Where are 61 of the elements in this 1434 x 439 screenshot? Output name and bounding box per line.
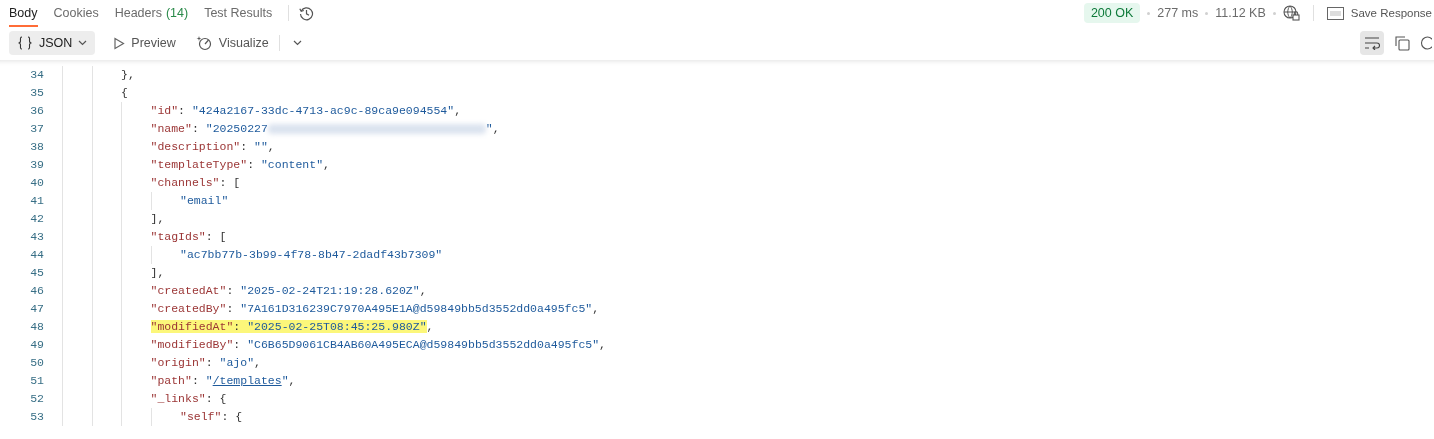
code-line: }, (121, 67, 135, 83)
line-number: 45 (29, 265, 44, 281)
code-line: "createdBy": "7A161D316239C7970A495E1A@d59849bb5d3552dd0a495fc5", (150, 301, 600, 317)
line-number: 34 (29, 67, 44, 83)
code-line: "origin": "ajo", (150, 355, 261, 371)
code-line: "email" (180, 193, 229, 209)
code-line: "description": "", (150, 139, 275, 155)
line-number: 38 (29, 139, 44, 155)
response-tab[interactable]: Body (9, 5, 38, 27)
code-line: "tagIds": [ (150, 229, 227, 245)
history-icon[interactable] (299, 5, 315, 21)
code-line: "createdAt": "2025-02-24T21:19:28.620Z", (150, 283, 427, 299)
code-line: "templateType": "content", (150, 157, 330, 173)
line-number: 41 (29, 193, 44, 209)
line-number: 47 (29, 301, 44, 317)
response-tab[interactable]: Cookies (53, 5, 99, 27)
braces-icon (17, 36, 33, 50)
globe-lock-icon[interactable] (1282, 5, 1300, 21)
wrap-button[interactable] (1360, 31, 1384, 55)
response-tab[interactable]: Headers (14) (114, 5, 189, 27)
code-line: "id": "424a2167-33dc-4713-ac9c-89ca9e094554", (150, 103, 462, 119)
line-number: 46 (29, 283, 44, 299)
response-size: 11.12 KB (1215, 6, 1266, 20)
play-icon (113, 36, 126, 50)
chevron-down-icon (78, 40, 88, 46)
response-tab[interactable]: Test Results (204, 5, 273, 27)
copy-icon (1394, 35, 1410, 51)
status-badge: 200 OK (1083, 3, 1141, 23)
code-line: "self": { (180, 409, 243, 425)
save-response-button[interactable]: Save Response (1326, 6, 1432, 20)
code-line: "modifiedBy": "C6B65D9061CB4AB60A495ECA@d59849bb5d3552dd0a495fc5", (150, 337, 606, 353)
line-number: 53 (29, 409, 44, 425)
response-time: 277 ms (1157, 6, 1199, 20)
chevron-down-icon (293, 40, 303, 46)
line-number: 39 (29, 157, 44, 173)
code-line: "_links": { (150, 391, 227, 407)
wrap-lines-icon (1364, 36, 1380, 50)
line-number: 50 (29, 355, 44, 371)
code-line: { (121, 85, 128, 101)
code-line: "channels": [ (150, 175, 241, 191)
line-number: 40 (29, 175, 44, 191)
line-number: 44 (29, 247, 44, 263)
line-number: 52 (29, 391, 44, 407)
code-line: ], (150, 265, 165, 281)
code-line: "name": "20250227 ", (150, 121, 500, 137)
line-number: 48 (29, 319, 44, 335)
line-number: 35 (29, 85, 44, 101)
view-button[interactable]: Visualize (195, 35, 269, 51)
line-number: 37 (29, 121, 44, 137)
line-number: 51 (29, 373, 44, 389)
code-line: "ac7bb77b-3b99-4f78-8b47-2dadf43b7309" (180, 247, 443, 263)
example-icon (1326, 6, 1344, 20)
code-line: ], (150, 211, 165, 227)
line-number: 49 (29, 337, 44, 353)
visualize-icon (195, 35, 213, 51)
line-number: 36 (29, 103, 44, 119)
line-number: 43 (29, 229, 44, 245)
view-button[interactable]: Preview (113, 36, 176, 50)
code-line: "path": "/templates", (150, 373, 296, 389)
line-number: 42 (29, 211, 44, 227)
format-dropdown[interactable]: JSON (9, 31, 96, 55)
